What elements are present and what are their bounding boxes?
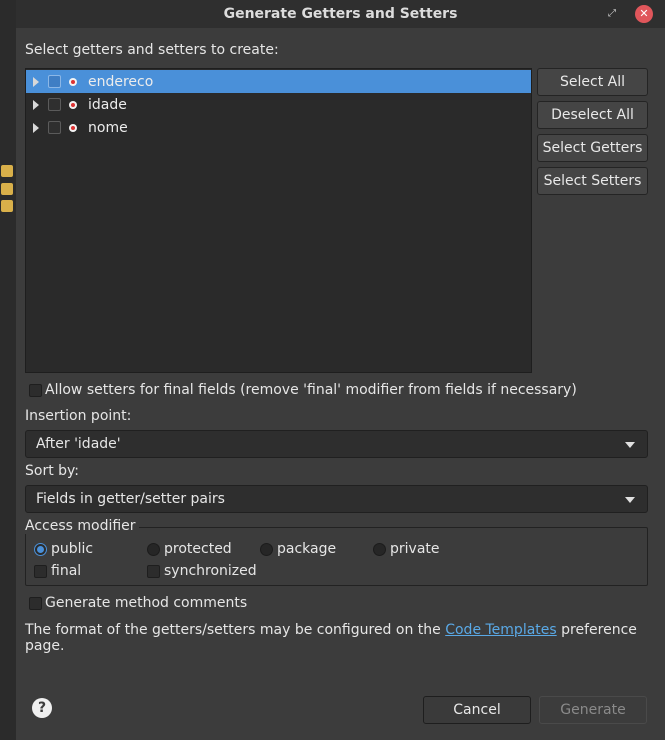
- select-all-button[interactable]: Select All: [537, 68, 648, 96]
- tree-item-label: endereco: [88, 73, 154, 90]
- select-setters-button[interactable]: Select Setters: [537, 167, 648, 195]
- close-icon[interactable]: ✕: [635, 5, 653, 23]
- package-radio[interactable]: [260, 543, 273, 556]
- public-radio[interactable]: [34, 543, 47, 556]
- tree-item-checkbox[interactable]: [48, 121, 61, 134]
- access-modifier-group: [25, 527, 648, 586]
- dropdown-arrow-icon: [625, 497, 635, 503]
- insertion-point-select[interactable]: After 'idade': [25, 430, 648, 458]
- format-note: The format of the getters/setters may be…: [25, 622, 665, 654]
- sort-by-value: Fields in getter/setter pairs: [36, 491, 225, 507]
- generate-button[interactable]: Generate: [539, 696, 647, 724]
- select-prompt-label: Select getters and setters to create:: [25, 42, 279, 58]
- insertion-point-label: Insertion point:: [25, 408, 132, 424]
- tree-item[interactable]: endereco: [26, 70, 531, 93]
- tree-item-label: nome: [88, 119, 128, 136]
- cancel-button[interactable]: Cancel: [423, 696, 531, 724]
- allow-final-checkbox[interactable]: [29, 384, 42, 397]
- select-getters-button[interactable]: Select Getters: [537, 134, 648, 162]
- background-editor-strip: [0, 0, 16, 740]
- access-modifier-label: Access modifier: [25, 518, 139, 534]
- synchronized-checkbox[interactable]: [147, 565, 160, 578]
- insertion-point-value: After 'idade': [36, 436, 121, 452]
- help-icon[interactable]: ?: [32, 698, 52, 718]
- final-checkbox[interactable]: [34, 565, 47, 578]
- code-templates-link[interactable]: Code Templates: [445, 622, 556, 638]
- sort-by-label: Sort by:: [25, 463, 80, 479]
- tree-item[interactable]: nome: [26, 116, 531, 139]
- expand-arrow-icon[interactable]: [33, 76, 39, 87]
- final-label: final: [51, 563, 82, 579]
- private-field-icon: [69, 77, 77, 86]
- tree-item-checkbox[interactable]: [48, 98, 61, 111]
- private-field-icon: [69, 100, 77, 109]
- expand-arrow-icon[interactable]: [33, 99, 39, 110]
- restore-icon[interactable]: ⤢: [604, 6, 620, 22]
- package-icon: [1, 165, 13, 177]
- private-radio[interactable]: [373, 543, 386, 556]
- tree-item[interactable]: idade: [26, 93, 531, 116]
- generate-getters-setters-dialog: Select getters and setters to create: en…: [16, 28, 665, 740]
- protected-label: protected: [164, 541, 232, 557]
- allow-final-label: Allow setters for final fields (remove '…: [45, 382, 577, 398]
- tree-item-checkbox[interactable]: [48, 75, 61, 88]
- dropdown-arrow-icon: [625, 442, 635, 448]
- tree-item-label: idade: [88, 96, 127, 113]
- sort-by-select[interactable]: Fields in getter/setter pairs: [25, 485, 648, 513]
- title-bar: Generate Getters and Setters ⤢ ✕: [16, 0, 665, 28]
- generate-comments-label: Generate method comments: [45, 595, 248, 611]
- expand-arrow-icon[interactable]: [33, 122, 39, 133]
- package-icon: [1, 183, 13, 195]
- package-icon: [1, 200, 13, 212]
- public-label: public: [51, 541, 94, 557]
- synchronized-label: synchronized: [164, 563, 257, 579]
- fields-tree[interactable]: endereco idade nome: [25, 68, 532, 373]
- protected-radio[interactable]: [147, 543, 160, 556]
- private-field-icon: [69, 123, 77, 132]
- private-label: private: [390, 541, 440, 557]
- generate-comments-checkbox[interactable]: [29, 597, 42, 610]
- deselect-all-button[interactable]: Deselect All: [537, 101, 648, 129]
- dialog-title: Generate Getters and Setters: [223, 6, 458, 22]
- format-note-prefix: The format of the getters/setters may be…: [25, 622, 446, 638]
- package-label: package: [277, 541, 337, 557]
